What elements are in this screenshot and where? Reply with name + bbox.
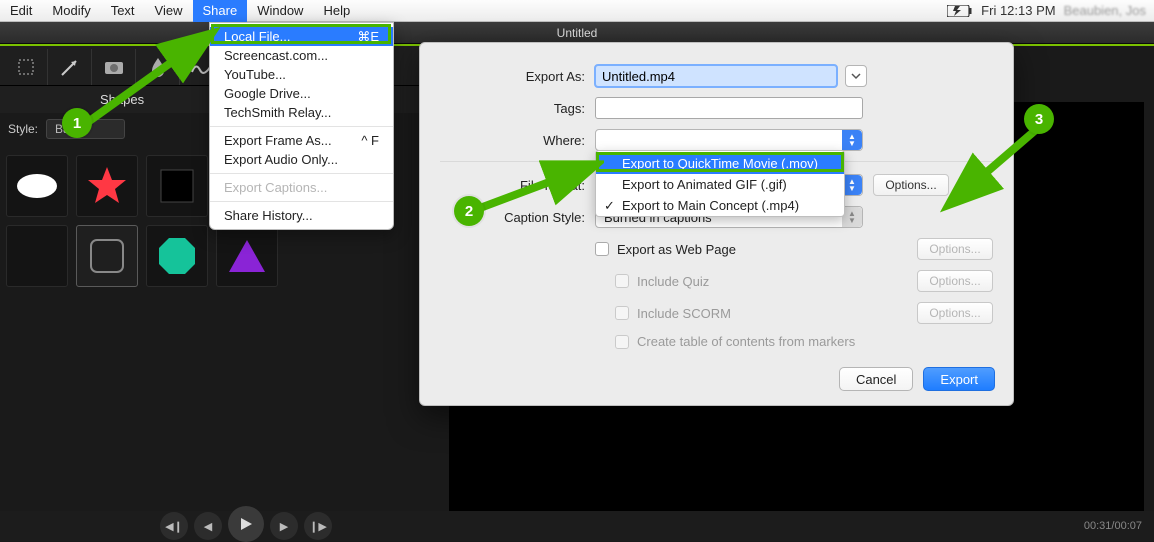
checkmark-icon: ✓ [604,198,615,214]
chevron-down-icon [851,71,861,81]
export-web-checkbox[interactable] [595,242,609,256]
window-titlebar: Untitled [0,22,1154,44]
playback-bar: ◀❙ ◀ ▶ ❙▶ 00:31/00:07 [0,511,1154,541]
style-label: Style: [8,122,38,136]
menu-window[interactable]: Window [247,0,313,22]
share-local-file[interactable]: Local File...⌘E [210,27,393,46]
tool-blur[interactable] [136,49,180,85]
system-menubar: Edit Modify Text View Share Window Help … [0,0,1154,22]
share-export-frame[interactable]: Export Frame As...^ F [210,131,393,150]
shape-octagon[interactable] [146,225,208,287]
tool-arrow[interactable] [48,49,92,85]
share-history[interactable]: Share History... [210,206,393,225]
play-button[interactable] [228,506,264,542]
quiz-options-button: Options... [917,270,993,292]
cancel-button[interactable]: Cancel [839,367,913,391]
where-select[interactable]: ▲▼ [595,129,863,151]
menu-help[interactable]: Help [313,0,360,22]
share-googledrive[interactable]: Google Drive... [210,84,393,103]
share-export-captions: Export Captions... [210,178,393,197]
scorm-options-button: Options... [917,302,993,324]
export-button[interactable]: Export [923,367,995,391]
battery-icon [947,5,973,17]
share-screencast[interactable]: Screencast.com... [210,46,393,65]
clock-text: Fri 12:13 PM [981,3,1055,18]
document-title: Untitled [557,26,598,40]
export-as-input[interactable] [595,65,837,87]
menu-view[interactable]: View [145,0,193,22]
tags-input[interactable] [595,97,863,119]
tool-camera[interactable] [92,49,136,85]
shape-rounded[interactable] [76,225,138,287]
shape-rect-black[interactable] [146,155,208,217]
step-back-button[interactable]: ◀❙ [160,512,188,540]
step-fwd-button[interactable]: ❙▶ [304,512,332,540]
menu-modify[interactable]: Modify [42,0,100,22]
include-quiz-label: Include Quiz [637,274,709,289]
share-menu: Local File...⌘E Screencast.com... YouTub… [209,22,394,230]
shape-empty[interactable] [6,225,68,287]
format-option-mainconcept[interactable]: ✓Export to Main Concept (.mp4) [596,195,844,216]
playback-time: 00:31/00:07 [1084,520,1142,532]
share-export-audio[interactable]: Export Audio Only... [210,150,393,169]
filename-history-button[interactable] [845,65,867,87]
file-format-dropdown: Export to MP4 (.mp4) Export to QuickTime… [595,150,845,217]
shape-ellipse[interactable] [6,155,68,217]
format-options-button[interactable]: Options... [873,174,949,196]
create-toc-checkbox [615,335,629,349]
export-as-label: Export As: [440,69,595,84]
menu-share[interactable]: Share [193,0,248,22]
file-format-label: File format: [440,178,595,193]
annotation-badge-1: 1 [62,108,92,138]
menu-text[interactable]: Text [101,0,145,22]
shape-triangle[interactable] [216,225,278,287]
format-option-gif[interactable]: Export to Animated GIF (.gif) [596,174,844,195]
where-label: Where: [440,133,595,148]
format-option-mov[interactable]: Export to QuickTime Movie (.mov) [596,153,844,174]
annotation-badge-3: 3 [1024,104,1054,134]
share-youtube[interactable]: YouTube... [210,65,393,84]
include-scorm-label: Include SCORM [637,306,731,321]
shape-star[interactable] [76,155,138,217]
web-options-button: Options... [917,238,993,260]
include-scorm-checkbox [615,306,629,320]
export-web-label: Export as Web Page [617,242,736,257]
export-dialog: Export As: Tags: Where: ▲▼ File format: … [419,42,1014,406]
tags-label: Tags: [440,101,595,116]
menu-edit[interactable]: Edit [0,0,42,22]
user-name: Beaubien, Jos [1064,3,1146,18]
share-techsmith-relay[interactable]: TechSmith Relay... [210,103,393,122]
next-button[interactable]: ▶ [270,512,298,540]
prev-button[interactable]: ◀ [194,512,222,540]
annotation-badge-2: 2 [454,196,484,226]
tool-crop[interactable] [4,49,48,85]
create-toc-label: Create table of contents from markers [637,334,855,349]
include-quiz-checkbox [615,274,629,288]
